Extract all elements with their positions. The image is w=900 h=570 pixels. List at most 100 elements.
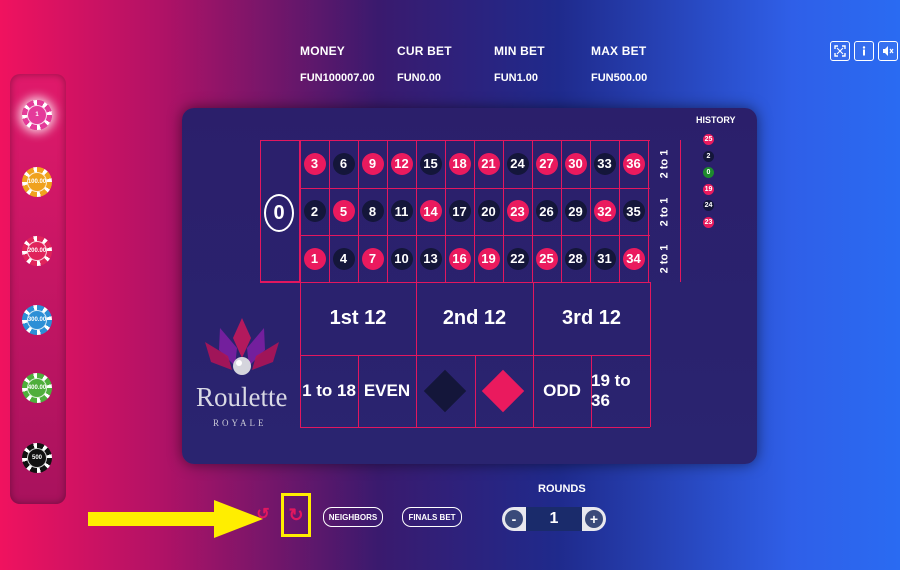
history-item: 0 xyxy=(703,167,714,178)
finals-bet-button[interactable]: FINALS BET xyxy=(402,507,462,527)
grid-vline xyxy=(329,140,330,282)
column-bet-label: 2 to 1 xyxy=(658,149,671,179)
number-cell-23[interactable]: 23 xyxy=(506,200,529,223)
column-bet-2[interactable]: 2 to 1 xyxy=(652,189,677,235)
column-bet-3[interactable]: 2 to 1 xyxy=(652,236,677,282)
number-cell-8[interactable]: 8 xyxy=(361,200,384,223)
chip-6[interactable]: 500 xyxy=(22,443,52,473)
number-cell-12[interactable]: 12 xyxy=(390,152,413,175)
column-bet-1[interactable]: 2 to 1 xyxy=(652,141,677,187)
rounds-plus-button[interactable]: + xyxy=(585,510,603,528)
number-cell-10[interactable]: 10 xyxy=(390,247,413,270)
money-block: MONEY FUN100007.00 xyxy=(300,44,397,84)
number-cell-32[interactable]: 32 xyxy=(593,200,616,223)
history-item: 25 xyxy=(703,134,714,145)
min-bet-block: MIN BET FUN1.00 xyxy=(494,44,591,84)
chip-5[interactable]: 400.00 xyxy=(22,373,52,403)
cur-bet-block: CUR BET FUN0.00 xyxy=(397,44,494,84)
mute-icon[interactable] xyxy=(878,41,898,61)
number-cell-7[interactable]: 7 xyxy=(361,247,384,270)
grid-vline xyxy=(358,140,359,282)
rebet-icon[interactable]: ↻ xyxy=(285,503,307,527)
grid-vline xyxy=(532,140,533,282)
max-bet-value: FUN500.00 xyxy=(591,72,648,84)
top-icons xyxy=(830,41,898,61)
chip-value: 200.00 xyxy=(27,241,47,261)
history-item: 23 xyxy=(703,216,714,228)
number-cell-2[interactable]: 2 xyxy=(303,200,326,223)
rounds-minus-button[interactable]: - xyxy=(505,510,523,528)
fullscreen-icon[interactable] xyxy=(830,41,850,61)
dozen-bet-3[interactable]: 3rd 12 xyxy=(533,282,650,355)
number-cell-21[interactable]: 21 xyxy=(477,152,500,175)
grid-vline xyxy=(503,140,504,282)
number-cell-25[interactable]: 25 xyxy=(535,247,558,270)
number-cell-27[interactable]: 27 xyxy=(535,152,558,175)
history-item: 24 xyxy=(703,200,714,211)
number-cell-14[interactable]: 14 xyxy=(419,200,442,223)
even-bet[interactable]: EVEN xyxy=(358,355,416,427)
grid-hline xyxy=(300,427,650,428)
chip-4[interactable]: 300.00 xyxy=(22,305,52,335)
number-cell-30[interactable]: 30 xyxy=(564,152,587,175)
grid-vline xyxy=(416,140,417,282)
money-value: FUN100007.00 xyxy=(300,72,375,84)
number-cell-33[interactable]: 33 xyxy=(593,152,616,175)
chip-2[interactable]: 100.00 xyxy=(22,167,52,197)
number-cell-31[interactable]: 31 xyxy=(593,247,616,270)
number-cell-1[interactable]: 1 xyxy=(303,247,326,270)
chip-1[interactable]: 1 xyxy=(22,100,52,130)
number-cell-19[interactable]: 19 xyxy=(477,247,500,270)
high-bet[interactable]: 19 to 36 xyxy=(591,355,650,427)
history-item: 2 xyxy=(703,150,714,162)
dozen-bet-2[interactable]: 2nd 12 xyxy=(416,282,533,355)
number-cell-16[interactable]: 16 xyxy=(448,247,471,270)
neighbors-button[interactable]: NEIGHBORS xyxy=(323,507,383,527)
rounds-value[interactable]: 1 xyxy=(526,507,582,531)
grid-vline xyxy=(416,355,417,427)
zero-number[interactable]: 0 xyxy=(264,194,294,232)
undo-icon[interactable]: ↺ xyxy=(254,505,272,523)
number-cell-24[interactable]: 24 xyxy=(506,152,529,175)
max-bet-block: MAX BET FUN500.00 xyxy=(591,44,688,84)
number-cell-34[interactable]: 34 xyxy=(622,247,645,270)
number-cell-9[interactable]: 9 xyxy=(361,152,384,175)
grid-vline xyxy=(387,140,388,282)
chip-value: 400.00 xyxy=(27,378,47,398)
grid-vline xyxy=(619,140,620,282)
grid-vline xyxy=(650,282,651,427)
number-cell-35[interactable]: 35 xyxy=(622,200,645,223)
number-cell-15[interactable]: 15 xyxy=(419,152,442,175)
number-cell-17[interactable]: 17 xyxy=(448,200,471,223)
number-cell-20[interactable]: 20 xyxy=(477,200,500,223)
number-cell-29[interactable]: 29 xyxy=(564,200,587,223)
history-item: 19 xyxy=(703,183,714,195)
chip-value: 500 xyxy=(27,448,47,468)
rounds-stepper: - 1 + xyxy=(502,507,606,531)
info-icon[interactable] xyxy=(854,41,874,61)
number-cell-3[interactable]: 3 xyxy=(303,152,326,175)
rounds-label: ROUNDS xyxy=(538,483,586,495)
number-cell-28[interactable]: 28 xyxy=(564,247,587,270)
number-cell-5[interactable]: 5 xyxy=(332,200,355,223)
number-cell-22[interactable]: 22 xyxy=(506,247,529,270)
dozen-bet-1[interactable]: 1st 12 xyxy=(300,282,416,355)
number-cell-13[interactable]: 13 xyxy=(419,247,442,270)
grid-vline xyxy=(300,140,301,282)
grid-vline xyxy=(445,140,446,282)
number-cell-36[interactable]: 36 xyxy=(622,152,645,175)
max-bet-label: MAX BET xyxy=(591,44,647,58)
grid-hline xyxy=(300,188,650,189)
logo-sub: ROYALE xyxy=(213,418,267,428)
number-cell-4[interactable]: 4 xyxy=(332,247,355,270)
number-cell-6[interactable]: 6 xyxy=(332,152,355,175)
chip-3[interactable]: 200.00 xyxy=(22,236,52,266)
number-cell-26[interactable]: 26 xyxy=(535,200,558,223)
grid-vline xyxy=(590,140,591,282)
low-bet[interactable]: 1 to 18 xyxy=(300,355,358,427)
number-cell-11[interactable]: 11 xyxy=(390,200,413,223)
logo-word: Roulette xyxy=(196,382,288,412)
number-cell-18[interactable]: 18 xyxy=(448,152,471,175)
odd-bet[interactable]: ODD xyxy=(533,355,591,427)
grid-vline xyxy=(474,140,475,282)
